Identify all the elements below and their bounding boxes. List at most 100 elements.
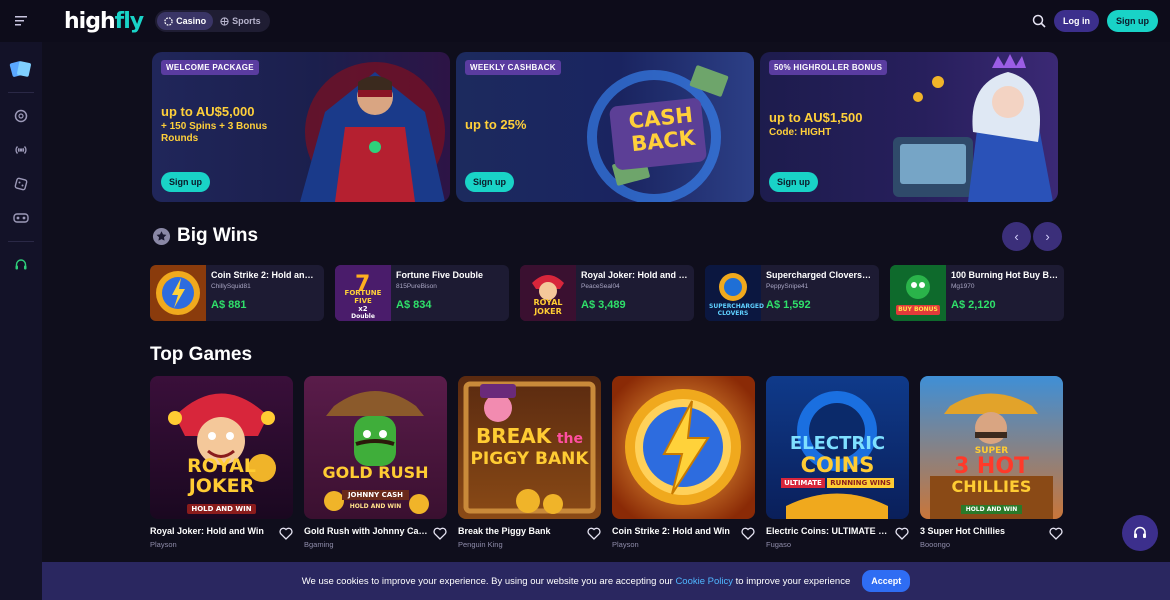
big-wins-heading: Big Wins — [152, 225, 258, 247]
royal-joker-word-3: HOLD AND WIN — [187, 504, 256, 514]
promo-signup-button[interactable]: Sign up — [161, 172, 210, 192]
game-text: Coin Strike 2: Hold and Win Playson — [612, 526, 736, 549]
win-user: PeaceSeal04 — [581, 283, 620, 290]
game-meta: Coin Strike 2: Hold and Win Playson — [612, 526, 755, 549]
promo-queen-illustration — [888, 52, 1058, 202]
heart-icon[interactable] — [741, 527, 755, 540]
gold-rush-logo-text: GOLD RUSH JOHNNY CASH HOLD AND WIN — [304, 463, 447, 511]
royal-joker-logo-text: ROYAL JOKER HOLD AND WIN — [150, 456, 293, 515]
cookie-text-end: to improve your experience — [733, 575, 851, 587]
heart-icon[interactable] — [895, 527, 909, 540]
prev-button[interactable]: ‹ — [1002, 222, 1031, 251]
top-games-heading: Top Games — [150, 344, 252, 366]
logo-high: high — [64, 8, 116, 34]
game-thumb-electric-coins: ELECTRIC COINS ULTIMATE RUNNING WINS — [766, 376, 909, 519]
tab-casino-label: Casino — [176, 16, 207, 26]
big-wins-title: Big Wins — [177, 225, 259, 246]
game-thumb-coin-strike — [612, 376, 755, 519]
big-win-card[interactable]: BUY BONUS 100 Burning Hot Buy Bonus Mg19… — [890, 265, 1064, 321]
promo-signup-button[interactable]: Sign up — [465, 172, 514, 192]
promo-headline: up to 25% — [465, 117, 527, 132]
promo-card-cashback[interactable]: CASH BACK WEEKLY CASHBACK up to 25% Sign… — [456, 52, 754, 202]
next-button[interactable]: › — [1033, 222, 1062, 251]
gold-rush-word-1: GOLD RUSH — [322, 463, 429, 482]
sidebar-divider — [8, 241, 34, 242]
top-games-title: Top Games — [150, 344, 253, 365]
win-amount: A$ 834 — [396, 299, 432, 311]
win-thumb-coin-strike — [150, 265, 206, 321]
heart-icon[interactable] — [1049, 527, 1063, 540]
game-text: Break the Piggy Bank Penguin King — [458, 526, 582, 549]
piggy-logo-text: BREAK the PIGGY BANK — [458, 424, 601, 470]
heart-icon[interactable] — [279, 527, 293, 540]
win-thumb-burning-hot: BUY BONUS — [890, 265, 946, 321]
game-provider: Playson — [612, 540, 639, 549]
cookie-policy-link[interactable]: Cookie Policy — [675, 576, 733, 587]
game-provider: Bgaming — [304, 540, 334, 549]
supercharged-text: SUPERCHARGED CLOVERS — [709, 303, 765, 317]
win-joker-word-1: ROYAL — [533, 298, 563, 307]
electric-word-4: RUNNING WINS — [827, 478, 894, 488]
promo-card-highroller[interactable]: 50% HIGHROLLER BONUS up to AU$1,500 Code… — [760, 52, 1058, 202]
game-card[interactable]: ROYAL JOKER HOLD AND WIN Royal Joker: Ho… — [150, 376, 293, 549]
win-user: PeppySnipe41 — [766, 283, 809, 290]
live-icon — [15, 146, 27, 154]
promo-tag: WELCOME PACKAGE — [161, 60, 259, 75]
login-button[interactable]: Log in — [1054, 10, 1099, 32]
brand-logo[interactable]: highfly — [64, 8, 144, 34]
game-card[interactable]: BREAK the PIGGY BANK Break the Piggy Ban… — [458, 376, 601, 549]
heart-icon[interactable] — [433, 527, 447, 540]
fortune-word-2: FIVE — [354, 297, 372, 305]
game-title: Coin Strike 2: Hold and Win — [612, 526, 730, 536]
promo-subtext: Code: HIGHT — [769, 127, 832, 138]
sidebar-item-promotions[interactable] — [0, 52, 42, 86]
promo-signup-button[interactable]: Sign up — [769, 172, 818, 192]
top-games-grid: ROYAL JOKER HOLD AND WIN Royal Joker: Ho… — [150, 376, 1063, 549]
game-thumb-piggy-bank: BREAK the PIGGY BANK — [458, 376, 601, 519]
piggy-word-1: BREAK — [475, 424, 552, 448]
game-provider: Booongo — [920, 540, 951, 549]
piggy-word-3: PIGGY BANK — [470, 449, 589, 469]
game-text: Gold Rush with Johnny Cash Bgaming — [304, 526, 428, 549]
live-support-button[interactable] — [1122, 515, 1158, 551]
sidebar-item-casino[interactable] — [0, 99, 42, 133]
fortune-word-4: Double — [351, 313, 375, 320]
big-win-card[interactable]: Coin Strike 2: Hold and Win ChillySquid8… — [150, 265, 324, 321]
game-card[interactable]: ELECTRIC COINS ULTIMATE RUNNING WINS Ele… — [766, 376, 909, 549]
fortune-word-1: FORTUNE — [344, 289, 382, 297]
game-card[interactable]: Coin Strike 2: Hold and Win Playson — [612, 376, 755, 549]
game-card[interactable]: SUPER 3 HOT CHILLIES HOLD AND WIN 3 Supe… — [920, 376, 1063, 549]
big-win-card[interactable]: 7 FORTUNE FIVE x2 Double Fortune Five Do… — [335, 265, 509, 321]
sidebar-item-virtual[interactable] — [0, 201, 42, 235]
menu-toggle-button[interactable] — [0, 0, 42, 42]
electric-word-3: ULTIMATE — [781, 478, 825, 488]
tab-sports[interactable]: Sports — [213, 12, 268, 30]
game-card[interactable]: GOLD RUSH JOHNNY CASH HOLD AND WIN Gold … — [304, 376, 447, 549]
game-thumb-gold-rush: GOLD RUSH JOHNNY CASH HOLD AND WIN — [304, 376, 447, 519]
tab-casino[interactable]: Casino — [157, 12, 214, 30]
sidebar-item-games[interactable] — [0, 167, 42, 201]
game-text: Electric Coins: ULTIMATE RUNNING WINS Fu… — [766, 526, 890, 549]
electric-word-1: ELECTRIC — [789, 433, 886, 454]
promo-card-welcome[interactable]: WELCOME PACKAGE up to AU$5,000 + 150 Spi… — [152, 52, 450, 202]
headset-icon — [1134, 526, 1146, 538]
game-meta: Electric Coins: ULTIMATE RUNNING WINS Fu… — [766, 526, 909, 549]
big-win-card[interactable]: ROYAL JOKER Royal Joker: Hold and Win Pe… — [520, 265, 694, 321]
big-win-card[interactable]: SUPERCHARGED CLOVERS Supercharged Clover… — [705, 265, 879, 321]
search-icon[interactable] — [1032, 14, 1046, 28]
game-provider: Playson — [150, 540, 177, 549]
chillies-logo-text: SUPER 3 HOT CHILLIES HOLD AND WIN — [920, 446, 1063, 515]
promo-headline: up to AU$1,500 — [769, 110, 863, 125]
promo-cards-icon — [9, 61, 31, 77]
accept-cookies-button[interactable]: Accept — [862, 570, 911, 592]
game-meta: 3 Super Hot Chillies Booongo — [920, 526, 1063, 549]
cookie-text-start: We use cookies to improve your experienc… — [301, 575, 676, 587]
heart-icon[interactable] — [587, 527, 601, 540]
header-actions: Log in Sign up — [1032, 10, 1158, 32]
promo-tag: 50% HIGHROLLER BONUS — [769, 60, 888, 75]
sidebar-item-support[interactable] — [0, 248, 42, 282]
sidebar-item-live[interactable] — [0, 133, 42, 167]
signup-button[interactable]: Sign up — [1107, 10, 1158, 32]
promo-cashback-illustration: CASH BACK — [584, 52, 754, 202]
game-thumb-royal-joker: ROYAL JOKER HOLD AND WIN — [150, 376, 293, 519]
